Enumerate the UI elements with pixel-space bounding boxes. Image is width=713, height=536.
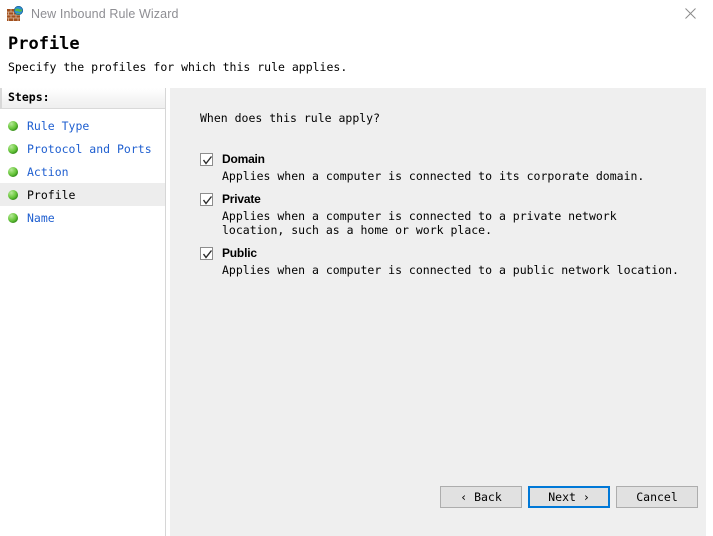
- content-pane: When does this rule apply? Domain Applie…: [170, 88, 706, 536]
- steps-header: Steps:: [0, 88, 165, 109]
- checkbox-private[interactable]: [200, 193, 213, 206]
- profile-domain-header[interactable]: Domain: [200, 151, 690, 167]
- page-subtitle: Specify the profiles for which this rule…: [8, 60, 347, 74]
- title-bar: New Inbound Rule Wizard: [0, 0, 713, 29]
- sidebar-item-action[interactable]: Action: [0, 160, 165, 183]
- step-bullet-icon: [8, 190, 18, 200]
- steps-list: Rule Type Protocol and Ports Action Prof…: [0, 109, 165, 229]
- sidebar-item-protocol-and-ports[interactable]: Protocol and Ports: [0, 137, 165, 160]
- profile-private-header[interactable]: Private: [200, 191, 690, 207]
- step-bullet-icon: [8, 213, 18, 223]
- sidebar-item-label: Action: [27, 165, 69, 179]
- profile-label-private: Private: [222, 192, 261, 206]
- firewall-globe-icon: [7, 6, 23, 22]
- profile-description-public: Applies when a computer is connected to …: [222, 263, 682, 277]
- profile-label-domain: Domain: [222, 152, 265, 166]
- profile-option-private: Private Applies when a computer is conne…: [200, 191, 690, 237]
- sidebar-item-label: Name: [27, 211, 55, 225]
- step-bullet-icon: [8, 167, 18, 177]
- profiles-group: Domain Applies when a computer is connec…: [200, 151, 690, 285]
- page-header: Profile Specify the profiles for which t…: [0, 28, 713, 88]
- sidebar-item-label: Rule Type: [27, 119, 89, 133]
- profile-description-private: Applies when a computer is connected to …: [222, 209, 682, 237]
- checkbox-domain[interactable]: [200, 153, 213, 166]
- profile-option-domain: Domain Applies when a computer is connec…: [200, 151, 690, 183]
- wizard-footer: ‹ Back Next › Cancel: [170, 478, 706, 536]
- checkbox-public[interactable]: [200, 247, 213, 260]
- sidebar-item-profile[interactable]: Profile: [0, 183, 165, 206]
- sidebar-item-name[interactable]: Name: [0, 206, 165, 229]
- page-title: Profile: [8, 34, 80, 54]
- profile-description-domain: Applies when a computer is connected to …: [222, 169, 682, 183]
- profile-option-public: Public Applies when a computer is connec…: [200, 245, 690, 277]
- sidebar-item-label: Profile: [27, 188, 75, 202]
- sidebar-item-rule-type[interactable]: Rule Type: [0, 114, 165, 137]
- profile-public-header[interactable]: Public: [200, 245, 690, 261]
- step-bullet-icon: [8, 144, 18, 154]
- sidebar-item-label: Protocol and Ports: [27, 142, 152, 156]
- profile-label-public: Public: [222, 246, 257, 260]
- steps-header-accent: [0, 88, 2, 108]
- content-question: When does this rule apply?: [200, 111, 380, 125]
- step-bullet-icon: [8, 121, 18, 131]
- cancel-button[interactable]: Cancel: [616, 486, 698, 508]
- window-title: New Inbound Rule Wizard: [31, 7, 179, 21]
- steps-header-label: Steps:: [8, 90, 50, 104]
- next-button[interactable]: Next ›: [528, 486, 610, 508]
- steps-sidebar: Steps: Rule Type Protocol and Ports Acti…: [0, 88, 166, 536]
- back-button[interactable]: ‹ Back: [440, 486, 522, 508]
- close-icon[interactable]: [668, 0, 713, 27]
